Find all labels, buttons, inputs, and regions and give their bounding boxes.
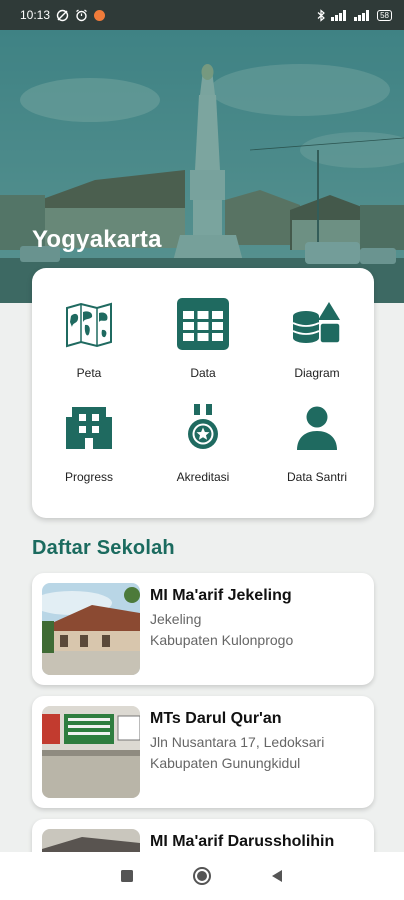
school-photo [42, 583, 140, 675]
menu-card: Peta Data Diagram Progress Akreditasi Da… [32, 268, 374, 518]
section-title: Daftar Sekolah [32, 537, 175, 559]
menu-item-akreditasi[interactable]: Akreditasi [146, 400, 260, 500]
school-card[interactable]: MTs Darul Qur'an Jln Nusantara 17, Ledok… [32, 696, 374, 808]
menu-label: Progress [64, 470, 114, 484]
school-name: MI Ma'arif Jekeling [150, 587, 292, 604]
recent-apps-button[interactable] [112, 861, 142, 891]
menu-item-peta[interactable]: Peta [32, 296, 146, 396]
building-icon [61, 400, 117, 456]
school-address: Jln Nusantara 17, Ledoksari [150, 734, 325, 750]
hero-overlay [0, 30, 404, 303]
menu-label: Data Santri [286, 470, 348, 484]
cellular-signal-icon [354, 9, 372, 21]
person-icon [289, 400, 345, 456]
medal-icon [175, 400, 231, 456]
home-button[interactable] [187, 861, 217, 891]
school-card[interactable]: MI Ma'arif Jekeling Jekeling Kabupaten K… [32, 573, 374, 685]
status-bar: 10:13 58 [0, 0, 404, 30]
menu-item-diagram[interactable]: Diagram [260, 296, 374, 396]
back-button[interactable] [262, 861, 292, 891]
school-name: MI Ma'arif Darussholihin [150, 833, 335, 850]
status-time: 10:13 [20, 8, 51, 22]
menu-item-data[interactable]: Data [146, 296, 260, 396]
world-map-icon [61, 296, 117, 352]
system-nav-bar [0, 852, 404, 900]
app-notification-icon [94, 9, 106, 21]
table-icon [175, 296, 231, 352]
school-address: Jekeling [150, 611, 202, 627]
school-name: MTs Darul Qur'an [150, 710, 282, 727]
menu-label: Data [190, 366, 216, 380]
menu-label: Peta [76, 366, 102, 380]
wifi-signal-icon [331, 9, 349, 21]
menu-item-data-santri[interactable]: Data Santri [260, 400, 374, 500]
battery-icon: 58 [377, 9, 392, 21]
school-city: Kabupaten Gunungkidul [150, 755, 301, 771]
alarm-icon [75, 9, 88, 22]
menu-item-progress[interactable]: Progress [32, 400, 146, 500]
data-saver-icon [56, 9, 69, 22]
square-icon [121, 870, 134, 882]
database-shapes-icon [289, 296, 345, 352]
school-photo [42, 706, 140, 798]
menu-label: Diagram [294, 366, 340, 380]
circle-icon [192, 867, 211, 885]
city-title: Yogyakarta [32, 226, 162, 253]
school-city: Kabupaten Kulonprogo [150, 632, 294, 648]
hero-banner: Yogyakarta [0, 30, 404, 303]
triangle-back-icon [271, 870, 282, 882]
bluetooth-icon [317, 8, 326, 22]
menu-label: Akreditasi [176, 470, 230, 484]
